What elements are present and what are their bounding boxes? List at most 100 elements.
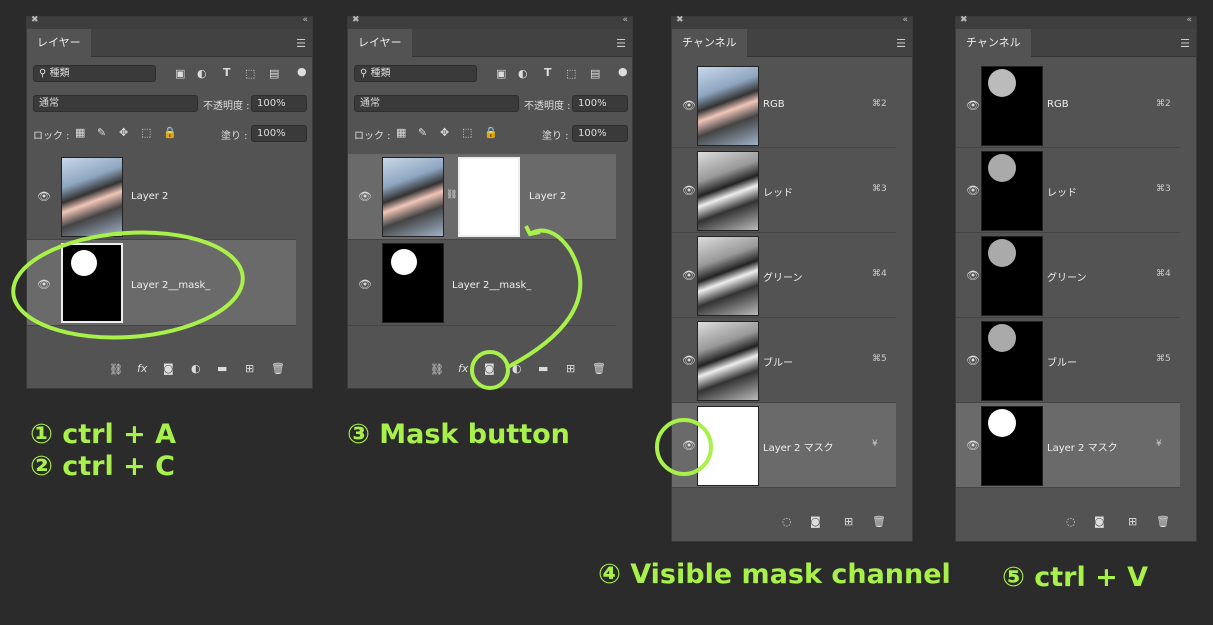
channel-row[interactable]: 👁 Layer 2 マスク ¥ [956, 403, 1180, 488]
image-filter-icon[interactable]: ▣ [496, 67, 506, 80]
visibility-eye-icon[interactable]: 👁 [682, 439, 696, 452]
lock-transparent-icon[interactable]: ▦ [75, 126, 85, 139]
fill-input[interactable]: 100% [251, 125, 307, 142]
shape-filter-icon[interactable]: ⬚ [566, 67, 576, 80]
filter-toggle-icon[interactable]: ● [618, 65, 628, 78]
smart-object-filter-icon[interactable]: ▤ [590, 67, 600, 80]
add-mask-button[interactable]: ◙ [484, 362, 495, 375]
channel-row[interactable]: 👁 グリーン ⌘4 [672, 233, 896, 318]
new-channel-icon[interactable]: ⊞ [1128, 515, 1137, 528]
adjustment-filter-icon[interactable]: ◐ [197, 67, 207, 80]
type-filter-icon[interactable]: T [223, 66, 231, 79]
channel-row[interactable]: 👁 ブルー ⌘5 [672, 318, 896, 403]
new-channel-icon[interactable]: ⊞ [844, 515, 853, 528]
tab-channels[interactable]: チャンネル [672, 29, 747, 58]
channel-row[interactable]: 👁 ブルー ⌘5 [956, 318, 1180, 403]
close-icon[interactable]: ✖ [31, 15, 39, 25]
panel-menu-icon[interactable]: ☰ [896, 37, 906, 50]
visibility-eye-icon[interactable]: 👁 [966, 354, 980, 367]
lock-paint-icon[interactable]: ✎ [418, 126, 427, 139]
adjustment-filter-icon[interactable]: ◐ [518, 67, 528, 80]
close-icon[interactable]: ✖ [960, 15, 968, 25]
close-icon[interactable]: ✖ [676, 15, 684, 25]
tab-layers[interactable]: レイヤー [27, 29, 91, 58]
panel-menu-icon[interactable]: ☰ [296, 37, 306, 50]
visibility-eye-icon[interactable]: 👁 [682, 269, 696, 282]
visibility-eye-icon[interactable]: 👁 [966, 269, 980, 282]
smart-object-filter-icon[interactable]: ▤ [269, 67, 279, 80]
type-filter-icon[interactable]: T [544, 66, 552, 79]
visibility-eye-icon[interactable]: 👁 [966, 439, 980, 452]
channel-row[interactable]: 👁 Layer 2 マスク ¥ [672, 403, 896, 488]
visibility-eye-icon[interactable]: 👁 [37, 190, 51, 203]
layer-row[interactable]: 👁 Layer 2 [27, 154, 296, 240]
close-icon[interactable]: ✖ [352, 15, 360, 25]
filter-select[interactable]: ⚲ 種類 [354, 65, 477, 82]
channel-thumbnail [981, 66, 1043, 146]
filter-toggle-icon[interactable]: ● [297, 65, 307, 78]
lock-move-icon[interactable]: ✥ [119, 126, 128, 139]
opacity-input[interactable]: 100% [572, 95, 628, 112]
save-selection-icon[interactable]: ◙ [810, 515, 821, 528]
lock-move-icon[interactable]: ✥ [440, 126, 449, 139]
image-filter-icon[interactable]: ▣ [175, 67, 185, 80]
channel-row[interactable]: 👁 RGB ⌘2 [956, 63, 1180, 148]
blend-mode-select[interactable]: 通常 [354, 95, 519, 112]
visibility-eye-icon[interactable]: 👁 [966, 184, 980, 197]
collapse-icon[interactable]: « [302, 15, 308, 25]
visibility-eye-icon[interactable]: 👁 [37, 278, 51, 291]
visibility-eye-icon[interactable]: 👁 [358, 278, 372, 291]
new-layer-icon[interactable]: ⊞ [566, 362, 575, 375]
layer-mask-thumbnail[interactable] [458, 157, 520, 237]
fill-input[interactable]: 100% [572, 125, 628, 142]
lock-artboard-icon[interactable]: ⬚ [462, 126, 472, 139]
lock-all-icon[interactable]: 🔒 [163, 126, 177, 139]
trash-icon[interactable]: 🗑 [872, 515, 886, 528]
collapse-icon[interactable]: « [1186, 15, 1192, 25]
collapse-icon[interactable]: « [902, 15, 908, 25]
opacity-input[interactable]: 100% [251, 95, 307, 112]
channel-row[interactable]: 👁 グリーン ⌘4 [956, 233, 1180, 318]
visibility-eye-icon[interactable]: 👁 [966, 99, 980, 112]
filter-select[interactable]: ⚲ 種類 [33, 65, 156, 82]
lock-artboard-icon[interactable]: ⬚ [141, 126, 151, 139]
collapse-icon[interactable]: « [622, 15, 628, 25]
channel-row[interactable]: 👁 レッド ⌘3 [956, 148, 1180, 233]
save-selection-icon[interactable]: ◙ [1094, 515, 1105, 528]
layer-row[interactable]: 👁 Layer 2__mask_ [348, 240, 616, 326]
link-icon[interactable]: ⛓ [109, 363, 123, 376]
chain-link-icon[interactable]: ⛓ [446, 190, 457, 200]
visibility-eye-icon[interactable]: 👁 [358, 190, 372, 203]
folder-icon[interactable]: ▬ [538, 362, 548, 375]
panel-menu-icon[interactable]: ☰ [1180, 37, 1190, 50]
panel-menu-icon[interactable]: ☰ [616, 37, 626, 50]
folder-icon[interactable]: ▬ [217, 362, 227, 375]
layer-row[interactable]: 👁 Layer 2__mask_ [27, 240, 296, 326]
new-layer-icon[interactable]: ⊞ [245, 362, 254, 375]
tab-channels[interactable]: チャンネル [956, 29, 1031, 58]
load-selection-icon[interactable]: ◌ [782, 515, 792, 528]
adjustment-layer-icon[interactable]: ◐ [512, 362, 522, 375]
adjustment-layer-icon[interactable]: ◐ [191, 362, 201, 375]
lock-paint-icon[interactable]: ✎ [97, 126, 106, 139]
fx-button[interactable]: fx [137, 362, 147, 375]
lock-all-icon[interactable]: 🔒 [484, 126, 498, 139]
visibility-eye-icon[interactable]: 👁 [682, 354, 696, 367]
channel-row[interactable]: 👁 レッド ⌘3 [672, 148, 896, 233]
trash-icon[interactable]: 🗑 [1156, 515, 1170, 528]
blend-mode-select[interactable]: 通常 [33, 95, 198, 112]
fx-button[interactable]: fx [458, 362, 468, 375]
trash-icon[interactable]: 🗑 [271, 362, 285, 375]
load-selection-icon[interactable]: ◌ [1066, 515, 1076, 528]
add-mask-button[interactable]: ◙ [163, 362, 174, 375]
channel-row[interactable]: 👁 RGB ⌘2 [672, 63, 896, 148]
link-icon[interactable]: ⛓ [430, 363, 444, 376]
layer-row[interactable]: 👁 ⛓ Layer 2 [348, 154, 616, 240]
trash-icon[interactable]: 🗑 [592, 362, 606, 375]
shape-filter-icon[interactable]: ⬚ [245, 67, 255, 80]
visibility-eye-icon[interactable]: 👁 [682, 184, 696, 197]
lock-transparent-icon[interactable]: ▦ [396, 126, 406, 139]
tab-layers[interactable]: レイヤー [348, 29, 412, 58]
channel-shortcut: ⌘2 [872, 99, 887, 109]
visibility-eye-icon[interactable]: 👁 [682, 99, 696, 112]
